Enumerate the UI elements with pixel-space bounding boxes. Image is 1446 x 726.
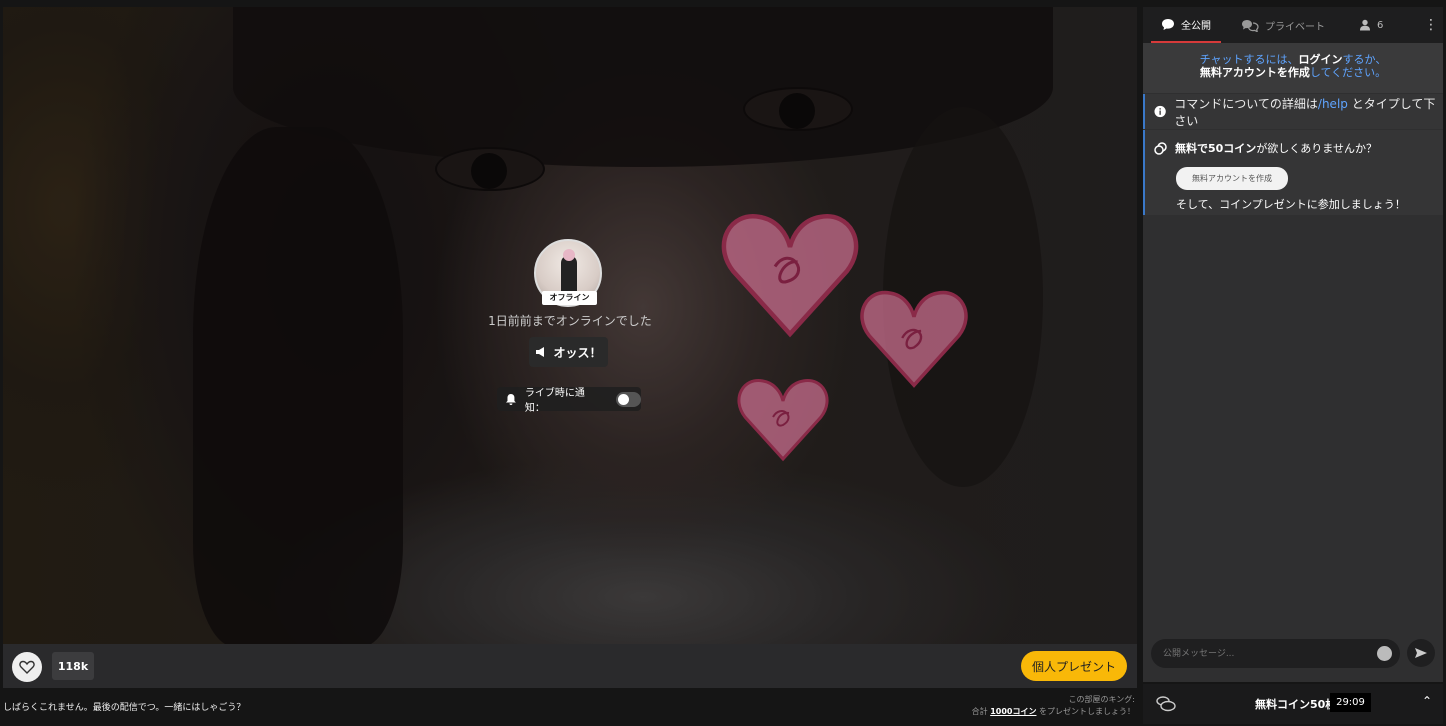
- coin-offer-bold: 無料で50コイン: [1175, 142, 1257, 155]
- login-mid: するか、: [1342, 53, 1387, 66]
- bell-icon: [505, 394, 516, 405]
- like-button[interactable]: [12, 652, 42, 682]
- chat-bubble-icon: [1162, 18, 1174, 30]
- notify-label: ライブ時に通知：: [524, 388, 585, 414]
- create-account-link[interactable]: 無料アカウントを作成: [1200, 66, 1310, 79]
- chat-tabs: 全公開 プライベート 6 ⋮: [1143, 7, 1443, 43]
- emoji-icon[interactable]: [1377, 646, 1392, 661]
- more-menu-icon[interactable]: ⋮: [1419, 17, 1443, 33]
- chat-input-wrap: [1151, 639, 1400, 668]
- tab-public-label: 全公開: [1181, 20, 1211, 32]
- help-message: コマンドについての詳細は/help とタイプして下さい: [1143, 94, 1443, 129]
- tab-private-label: プライベート: [1265, 21, 1325, 33]
- heart-icon: [19, 660, 35, 674]
- free-coin-bar[interactable]: 無料コイン50枚で: [1143, 684, 1443, 724]
- help-pre: コマンドについての詳細は: [1174, 96, 1318, 111]
- video-bottom-bar: 118k 個人プレゼント: [3, 644, 1137, 688]
- oss-button-label: オッス！: [553, 345, 602, 360]
- tab-private[interactable]: プライベート: [1231, 7, 1335, 43]
- chevron-up-icon[interactable]: ⌃: [1422, 694, 1432, 708]
- king-post: をプレゼントしましょう！: [1039, 707, 1135, 716]
- chat-panel: 全公開 プライベート 6 ⋮ チャットするには、ログインするか、 無料アカウント…: [1143, 7, 1443, 682]
- video-player[interactable]: オフライン 1日前前までオンラインでした オッス！ ライブ時に通知：: [3, 7, 1137, 644]
- coins-icon: [1154, 141, 1167, 155]
- notify-toggle[interactable]: [616, 391, 641, 407]
- king-info: この部屋のキング: 合計 1000コイン をプレゼントしましょう！: [972, 694, 1135, 718]
- user-icon: [1360, 19, 1370, 31]
- oss-button[interactable]: オッス！: [529, 337, 608, 367]
- login-prompt: チャットするには、ログインするか、 無料アカウントを作成してください。: [1143, 43, 1443, 93]
- like-count: 118k: [52, 652, 94, 680]
- coin-offer-rest: が欲しくありませんか？: [1256, 142, 1377, 155]
- chat-input[interactable]: [1151, 639, 1361, 668]
- king-pre: 合計: [971, 707, 988, 716]
- private-gift-button[interactable]: 個人プレゼント: [1021, 651, 1127, 681]
- status-badge: オフライン: [542, 291, 597, 305]
- login-pre: チャットするには、: [1199, 53, 1299, 66]
- info-icon: [1154, 105, 1166, 118]
- help-command: /help: [1317, 96, 1348, 111]
- tab-public[interactable]: 全公開: [1151, 7, 1221, 43]
- king-amount-link[interactable]: 1000コイン: [990, 707, 1036, 716]
- notify-toggle-row: ライブ時に通知：: [497, 387, 641, 414]
- login-post: してください。: [1309, 66, 1387, 79]
- private-chat-icon: [1242, 19, 1259, 32]
- offline-overlay: オフライン 1日前前までオンラインでした オッス！ ライブ時に通知：: [3, 7, 1137, 644]
- coin-offer-row: 無料で50コインが欲しくありませんか？: [1154, 140, 1443, 156]
- countdown-timer: 29:09: [1330, 693, 1371, 712]
- room-caption: しばらくこれません。最後の配信でつ。一緒にはしゃごう？: [3, 703, 246, 713]
- page: オフライン 1日前前までオンラインでした オッス！ ライブ時に通知： 118k …: [0, 0, 1446, 726]
- send-icon: [1415, 648, 1427, 658]
- user-count: 6: [1377, 19, 1384, 31]
- help-text: コマンドについての詳細は/help とタイプして下さい: [1174, 95, 1443, 129]
- send-button[interactable]: [1407, 639, 1435, 667]
- coin-offer-message: 無料で50コインが欲しくありませんか？ 無料アカウントを作成 そして、コインプレ…: [1143, 130, 1443, 215]
- king-line: 合計 1000コイン をプレゼントしましょう！: [972, 706, 1135, 718]
- last-online-text: 1日前前までオンラインでした: [488, 314, 652, 328]
- megaphone-icon: [536, 347, 545, 357]
- login-link[interactable]: ログイン: [1299, 53, 1343, 66]
- create-account-button[interactable]: 無料アカウントを作成: [1176, 167, 1288, 190]
- coins-stack-icon: [1156, 696, 1176, 712]
- tab-users[interactable]: 6: [1349, 7, 1393, 43]
- coin-offer-last: そして、コインプレゼントに参加しましょう！: [1176, 198, 1406, 211]
- coin-offer-text: 無料で50コインが欲しくありませんか？: [1175, 140, 1377, 156]
- king-title: この部屋のキング:: [1068, 695, 1135, 704]
